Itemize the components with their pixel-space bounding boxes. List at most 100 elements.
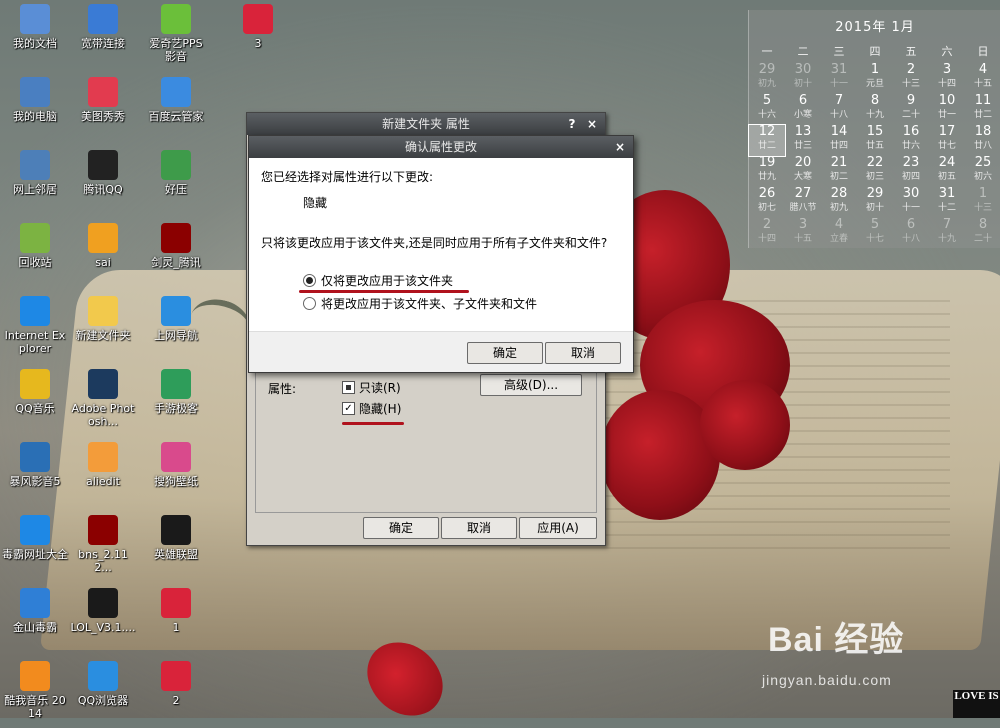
calendar-day[interactable]: 30 初十 [785, 63, 821, 94]
desktop-icon[interactable]: 上网导航 [143, 296, 209, 342]
calendar-day[interactable]: 5 十六 [749, 94, 785, 125]
desktop-icon[interactable]: QQ浏览器 [70, 661, 136, 707]
radio-apply-all[interactable]: 将更改应用于该文件夹、子文件夹和文件 [303, 295, 537, 312]
desktop-icon[interactable]: 宽带连接 [70, 4, 136, 50]
desktop-icon[interactable]: 1 [143, 588, 209, 634]
desktop-icon[interactable]: 2 [143, 661, 209, 707]
calendar-day[interactable]: 1 十三 [965, 187, 1000, 218]
calendar-grid: 一二三四五六日 29 初九 30 初十 31 十一 1 元旦 2 十三 3 十四 4 十五 5 十六 6 小寒 7 十八… [748, 41, 1000, 249]
calendar-day[interactable]: 4 十五 [965, 63, 1000, 94]
calendar-day[interactable]: 21 初二 [821, 156, 857, 187]
desktop-icon[interactable]: 我的文档 [2, 4, 68, 50]
desktop-icon[interactable]: aliedit [70, 442, 136, 488]
radio-apply-all-dot[interactable] [303, 297, 316, 310]
desktop-icon-label: 3 [254, 37, 262, 50]
close-button[interactable]: × [583, 113, 601, 135]
calendar-day[interactable]: 16 廿六 [893, 125, 929, 156]
confirm-cancel-button[interactable]: 取消 [545, 342, 621, 364]
desktop-icon[interactable]: 金山毒霸 [2, 588, 68, 634]
hidden-checkbox[interactable]: ✓ 隐藏(H) [342, 400, 401, 417]
readonly-checkbox[interactable]: 只读(R) [342, 379, 401, 396]
calendar-day[interactable]: 5 十七 [857, 218, 893, 249]
calendar-day[interactable]: 24 初五 [929, 156, 965, 187]
confirm-ok-button[interactable]: 确定 [467, 342, 543, 364]
calendar-day[interactable]: 22 初三 [857, 156, 893, 187]
calendar-day[interactable]: 29 初十 [857, 187, 893, 218]
desktop-icon[interactable]: 手游极客 [143, 369, 209, 415]
desktop-icon[interactable]: 回收站 [2, 223, 68, 269]
calendar-day[interactable]: 14 廿四 [821, 125, 857, 156]
calendar-day[interactable]: 9 二十 [893, 94, 929, 125]
advanced-button[interactable]: 高级(D)... [480, 374, 582, 396]
calendar-day[interactable]: 19 廿九 [749, 156, 785, 187]
desktop-icon[interactable]: 暴风影音5 [2, 442, 68, 488]
desktop-icon[interactable]: 英雄联盟 [143, 515, 209, 561]
desktop-icon[interactable]: Internet Explorer [2, 296, 68, 355]
confirm-attribute-dialog[interactable]: 确认属性更改 × 您已经选择对属性进行以下更改: 隐藏 只将该更改应用于该文件夹… [248, 135, 634, 373]
calendar-day[interactable]: 23 初四 [893, 156, 929, 187]
calendar-day[interactable]: 3 十五 [785, 218, 821, 249]
calendar-day[interactable]: 8 十九 [857, 94, 893, 125]
calendar-day[interactable]: 2 十三 [893, 63, 929, 94]
radio-folder-only[interactable]: 仅将更改应用于该文件夹 [303, 272, 453, 289]
desktop-icon[interactable]: 剑灵_腾讯 [143, 223, 209, 269]
calendar-day[interactable]: 4 立春 [821, 218, 857, 249]
calendar-day[interactable]: 27 腊八节 [785, 187, 821, 218]
calendar-day[interactable]: 26 初七 [749, 187, 785, 218]
desktop-icon[interactable]: 搜狗壁纸 [143, 442, 209, 488]
desktop-icon[interactable]: 爱奇艺PPS 影音 [143, 4, 209, 63]
properties-titlebar[interactable]: 新建文件夹 属性 ? × [247, 113, 605, 135]
desktop-icon[interactable]: Adobe Photosh... [70, 369, 136, 428]
desktop-icon[interactable]: 毒霸网址大全 [2, 515, 68, 561]
desktop-icon[interactable]: 美图秀秀 [70, 77, 136, 123]
desktop-icon[interactable]: 网上邻居 [2, 150, 68, 196]
desktop-icon[interactable]: sai [70, 223, 136, 269]
calendar-day[interactable]: 18 廿八 [965, 125, 1000, 156]
calendar-day[interactable]: 8 二十 [965, 218, 1000, 249]
desktop-icon-label: 剑灵_腾讯 [151, 256, 201, 269]
calendar-day[interactable]: 2 十四 [749, 218, 785, 249]
desktop-icon[interactable]: 我的电脑 [2, 77, 68, 123]
desktop-icon[interactable]: 酷我音乐 2014 [2, 661, 68, 720]
desktop-icon[interactable]: 百度云管家 [143, 77, 209, 123]
calendar-day[interactable]: 7 十九 [929, 218, 965, 249]
calendar-day[interactable]: 6 小寒 [785, 94, 821, 125]
calendar-day[interactable]: 10 廿一 [929, 94, 965, 125]
desktop-icon[interactable]: 腾讯QQ [70, 150, 136, 196]
radio-folder-only-dot[interactable] [303, 274, 316, 287]
calendar-day[interactable]: 29 初九 [749, 63, 785, 94]
desktop-icon[interactable]: bns_2.112... [70, 515, 136, 574]
calendar-weekday: 二 [797, 45, 809, 58]
calendar-day[interactable]: 13 廿三 [785, 125, 821, 156]
hidden-checkbox-box[interactable]: ✓ [342, 402, 355, 415]
desktop-icon[interactable]: QQ音乐 [2, 369, 68, 415]
confirm-titlebar[interactable]: 确认属性更改 × [249, 136, 633, 158]
calendar-day[interactable]: 30 十一 [893, 187, 929, 218]
readonly-checkbox-box[interactable] [342, 381, 355, 394]
cancel-button[interactable]: 取消 [441, 517, 517, 539]
calendar-day[interactable]: 6 十八 [893, 218, 929, 249]
desktop-icon-label: 回收站 [18, 256, 52, 269]
calendar-day[interactable]: 31 十二 [929, 187, 965, 218]
calendar-day[interactable]: 3 十四 [929, 63, 965, 94]
calendar-day[interactable]: 17 廿七 [929, 125, 965, 156]
calendar-day[interactable]: 20 大寒 [785, 156, 821, 187]
calendar-day[interactable]: 25 初六 [965, 156, 1000, 187]
ok-button[interactable]: 确定 [363, 517, 439, 539]
calendar-day[interactable]: 28 初九 [821, 187, 857, 218]
desktop-icon[interactable]: 新建文件夹 [70, 296, 136, 342]
calendar-day[interactable]: 15 廿五 [857, 125, 893, 156]
calendar-day[interactable]: 31 十一 [821, 63, 857, 94]
confirm-close-button[interactable]: × [611, 136, 629, 158]
calendar-day[interactable]: 1 元旦 [857, 63, 893, 94]
desktop-icon[interactable]: 3 [225, 4, 291, 50]
calendar-day[interactable]: 11 廿二 [965, 94, 1000, 125]
desktop-icon[interactable]: LOL_V3.1.... [70, 588, 136, 634]
desktop-icon[interactable]: 好压 [143, 150, 209, 196]
calendar-day-today[interactable]: 12 廿二 [748, 124, 786, 157]
apply-button[interactable]: 应用(A) [519, 517, 597, 539]
computer-icon [20, 77, 50, 107]
help-button[interactable]: ? [563, 113, 581, 135]
calendar-day[interactable]: 7 十八 [821, 94, 857, 125]
calendar-widget[interactable]: 2015年 1月 一二三四五六日 29 初九 30 初十 31 十一 1 元旦 2 十三 3 十四 4 十五… [748, 10, 1000, 248]
